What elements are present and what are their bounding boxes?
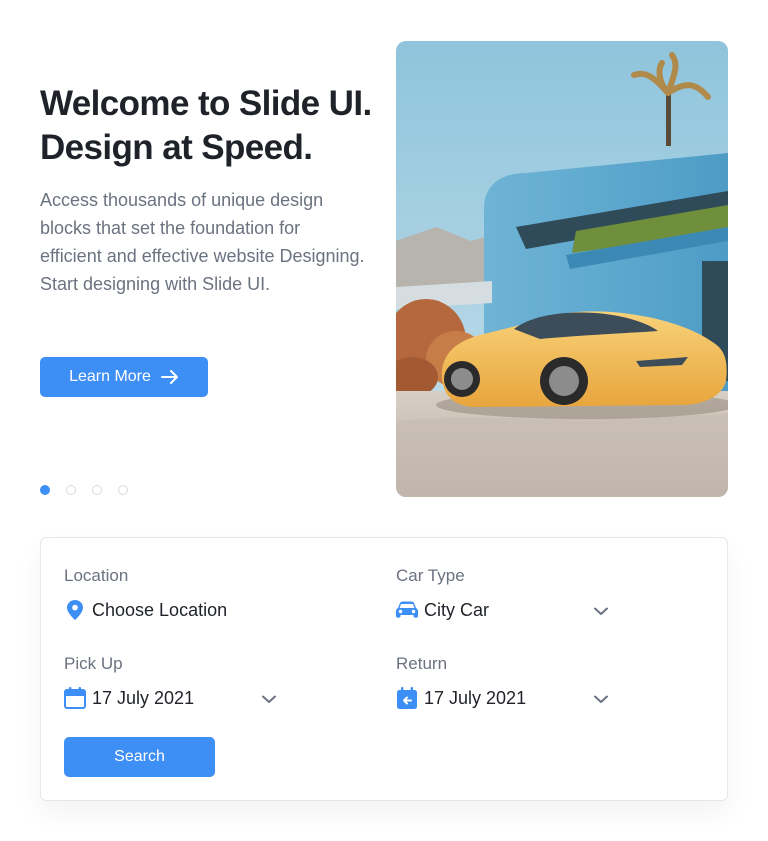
calendar-icon bbox=[64, 687, 86, 709]
car-type-chevron-down-icon[interactable] bbox=[594, 604, 608, 618]
hero-description: Access thousands of unique design blocks… bbox=[40, 190, 365, 294]
search-button[interactable]: Search bbox=[64, 737, 215, 777]
learn-more-button[interactable]: Learn More bbox=[40, 357, 208, 397]
slider-pagination bbox=[40, 485, 128, 495]
location-label: Location bbox=[64, 566, 129, 585]
hero-car-image bbox=[396, 41, 728, 497]
pick-up-date-value: 17 July 2021 bbox=[92, 687, 195, 708]
car-type-label: Car Type bbox=[396, 566, 465, 585]
car-icon bbox=[396, 599, 418, 621]
return-date-select[interactable]: 17 July 2021 bbox=[396, 687, 526, 709]
slider-dot-2[interactable] bbox=[66, 485, 76, 495]
pick-up-label: Pick Up bbox=[64, 654, 123, 673]
return-chevron-down-icon[interactable] bbox=[594, 692, 608, 706]
learn-more-label: Learn More bbox=[69, 368, 151, 385]
calendar-return-icon bbox=[396, 687, 418, 709]
booking-form: Location Choose Location Car Type City C… bbox=[40, 537, 728, 801]
page: Welcome to Slide UI. Design at Speed. Ac… bbox=[0, 0, 768, 841]
car-type-value: City Car bbox=[424, 599, 490, 620]
return-label: Return bbox=[396, 654, 448, 673]
car-type-select[interactable]: City Car bbox=[396, 599, 489, 621]
location-select[interactable]: Choose Location bbox=[64, 599, 227, 621]
hero-title: Welcome to Slide UI. Design at Speed. bbox=[40, 84, 372, 167]
slider-dot-3[interactable] bbox=[92, 485, 102, 495]
map-pin-icon bbox=[64, 599, 86, 621]
location-value: Choose Location bbox=[92, 599, 228, 620]
slider-dot-1[interactable] bbox=[40, 485, 50, 495]
arrow-right-icon bbox=[160, 369, 179, 385]
pick-up-date-select[interactable]: 17 July 2021 bbox=[64, 687, 194, 709]
pick-up-chevron-down-icon[interactable] bbox=[262, 692, 276, 706]
return-date-value: 17 July 2021 bbox=[424, 687, 527, 708]
slider-dot-4[interactable] bbox=[118, 485, 128, 495]
